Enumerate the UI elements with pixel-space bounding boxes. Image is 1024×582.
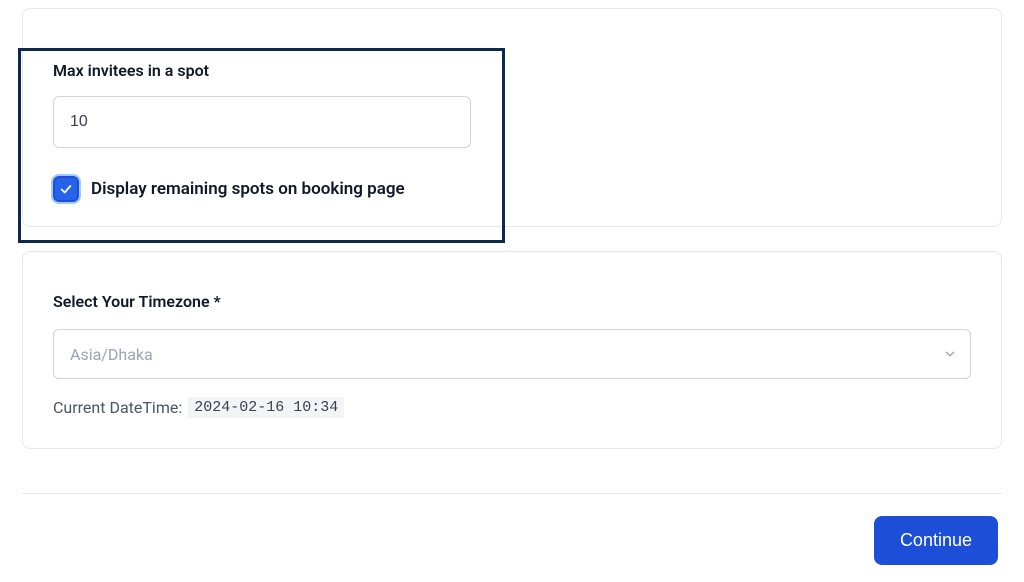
footer: Continue: [0, 494, 1024, 565]
display-remaining-checkbox[interactable]: [53, 176, 79, 202]
invitees-panel: Max invitees in a spot Display remaining…: [22, 8, 1002, 227]
current-datetime-label: Current DateTime:: [53, 398, 182, 417]
max-invitees-label: Max invitees in a spot: [53, 61, 971, 80]
timezone-panel: Select Your Timezone * Asia/Dhaka Curren…: [22, 251, 1002, 449]
continue-button[interactable]: Continue: [874, 516, 998, 565]
display-remaining-label: Display remaining spots on booking page: [91, 179, 405, 199]
timezone-selected-value: Asia/Dhaka: [70, 345, 153, 364]
timezone-select[interactable]: Asia/Dhaka: [53, 329, 971, 379]
timezone-label: Select Your Timezone *: [53, 292, 971, 311]
check-icon: [59, 182, 73, 196]
max-invitees-input[interactable]: [53, 96, 471, 148]
current-datetime-value: 2024-02-16 10:34: [188, 397, 344, 418]
